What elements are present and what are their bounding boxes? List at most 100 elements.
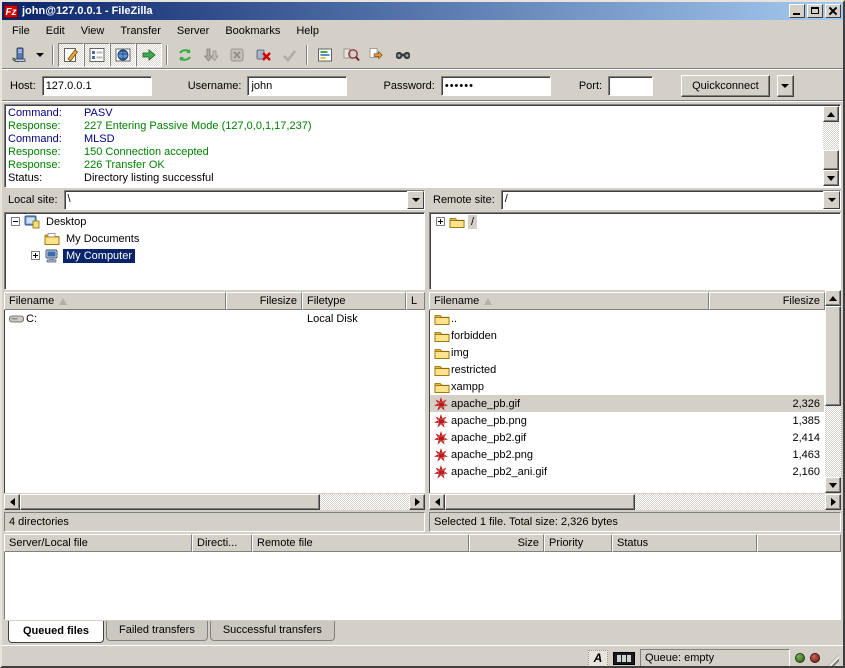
log-line: Response:226 Transfer OK (8, 159, 821, 172)
username-input[interactable] (247, 76, 347, 96)
remote-file-row[interactable]: xampp (430, 378, 824, 395)
remote-site-combo[interactable]: / (501, 190, 841, 210)
disconnect-button[interactable] (250, 43, 276, 67)
scrollbar-thumb[interactable] (20, 494, 320, 510)
local-file-list: C: Local Disk (4, 310, 425, 493)
quickconnect-bar: Host: Username: Password: Port: Quickcon… (2, 70, 843, 102)
folder-icon (449, 215, 465, 229)
column-header-direction[interactable]: Directi... (192, 534, 252, 552)
collapse-icon[interactable] (11, 217, 20, 226)
remote-file-row[interactable]: apache_pb2_ani.gif 2,160 (430, 463, 824, 480)
tree-item-my-computer[interactable]: My Computer (5, 247, 424, 264)
queue-list[interactable] (4, 552, 841, 620)
column-header-filesize[interactable]: Filesize (709, 292, 825, 310)
queue-status-text: Queue: empty (640, 649, 790, 668)
directory-comparison-button[interactable] (338, 43, 364, 67)
close-button[interactable] (825, 4, 841, 18)
remote-file-row[interactable]: .. (430, 310, 824, 327)
scroll-right-button[interactable] (825, 494, 841, 510)
column-header-size[interactable]: Size (469, 534, 544, 552)
tree-item-desktop[interactable]: Desktop (5, 213, 424, 230)
local-site-dropdown-button[interactable] (407, 191, 424, 209)
menu-help[interactable]: Help (288, 23, 327, 39)
expand-icon[interactable] (31, 251, 40, 260)
toolbar-separator (52, 45, 54, 65)
maximize-button[interactable] (807, 4, 823, 18)
resize-grip[interactable] (825, 654, 839, 668)
column-header-filesize[interactable]: Filesize (226, 292, 302, 310)
directory-listing-filters-button[interactable] (312, 43, 338, 67)
menu-server[interactable]: Server (169, 23, 217, 39)
remote-file-row[interactable]: apache_pb.png 1,385 (430, 412, 824, 429)
remote-file-row-selected[interactable]: apache_pb.gif 2,326 (430, 395, 824, 412)
local-site-combo[interactable]: \ (64, 190, 425, 210)
quickconnect-dropdown-button[interactable] (777, 75, 794, 97)
process-queue-button[interactable] (198, 43, 224, 67)
remote-horizontal-scrollbar[interactable] (429, 494, 841, 510)
remote-file-row[interactable]: forbidden (430, 327, 824, 344)
main-panes: Local site: \ Desktop My Documents (2, 190, 843, 532)
synchronized-browsing-button[interactable] (364, 43, 390, 67)
scroll-left-button[interactable] (4, 494, 20, 510)
column-header-filename[interactable]: Filename (4, 292, 226, 310)
refresh-button[interactable] (172, 43, 198, 67)
site-manager-button[interactable] (6, 43, 32, 67)
column-header-status[interactable]: Status (612, 534, 757, 552)
toggle-local-tree-button[interactable] (84, 43, 110, 67)
chevron-down-icon (36, 53, 44, 57)
log-vertical-scrollbar[interactable] (823, 106, 839, 186)
sort-ascending-icon (59, 298, 67, 305)
expand-icon[interactable] (436, 217, 445, 226)
scroll-down-button[interactable] (823, 170, 839, 186)
menu-view[interactable]: View (73, 23, 113, 39)
cancel-button[interactable] (224, 43, 250, 67)
ascii-data-type-icon[interactable]: A (588, 650, 608, 667)
tree-item-root[interactable]: / (430, 213, 840, 230)
menu-transfer[interactable]: Transfer (112, 23, 169, 39)
remote-vertical-scrollbar[interactable] (825, 290, 841, 493)
scroll-right-button[interactable] (409, 494, 425, 510)
image-file-icon (434, 448, 451, 462)
find-files-button[interactable] (390, 43, 416, 67)
column-header-last-modified[interactable]: L (406, 292, 425, 310)
password-input[interactable] (441, 76, 551, 96)
column-header-priority[interactable]: Priority (544, 534, 612, 552)
column-header-filetype[interactable]: Filetype (302, 292, 406, 310)
toggle-remote-tree-button[interactable] (110, 43, 136, 67)
minimize-button[interactable] (789, 4, 805, 18)
column-header-server-local-file[interactable]: Server/Local file (4, 534, 192, 552)
tree-item-my-documents[interactable]: My Documents (5, 230, 424, 247)
reconnect-button[interactable] (276, 43, 302, 67)
menu-file[interactable]: File (4, 23, 38, 39)
toggle-transfer-queue-button[interactable] (136, 43, 162, 67)
menu-edit[interactable]: Edit (38, 23, 73, 39)
remote-list-header: Filename Filesize (429, 292, 825, 310)
menu-bookmarks[interactable]: Bookmarks (217, 23, 288, 39)
speed-limit-indicator-icon[interactable] (613, 652, 635, 665)
local-horizontal-scrollbar[interactable] (4, 494, 425, 510)
site-manager-dropdown-button[interactable] (32, 43, 48, 67)
remote-file-row[interactable]: apache_pb2.png 1,463 (430, 446, 824, 463)
remote-file-row[interactable]: restricted (430, 361, 824, 378)
host-input[interactable] (42, 76, 152, 96)
tab-failed-transfers[interactable]: Failed transfers (106, 621, 208, 641)
scroll-up-button[interactable] (825, 290, 841, 306)
scrollbar-thumb[interactable] (823, 150, 839, 170)
port-input[interactable] (608, 76, 653, 96)
quickconnect-button[interactable]: Quickconnect (681, 75, 770, 97)
scroll-left-button[interactable] (429, 494, 445, 510)
scrollbar-thumb[interactable] (445, 494, 635, 510)
column-header-remote-file[interactable]: Remote file (252, 534, 469, 552)
remote-file-row[interactable]: img (430, 344, 824, 361)
scrollbar-thumb[interactable] (825, 306, 841, 406)
remote-site-dropdown-button[interactable] (823, 191, 840, 209)
tab-queued-files[interactable]: Queued files (8, 621, 104, 643)
status-bar: A Queue: empty (2, 645, 843, 668)
scroll-down-button[interactable] (825, 477, 841, 493)
scroll-up-button[interactable] (823, 106, 839, 122)
local-file-row[interactable]: C: Local Disk (5, 310, 424, 327)
remote-file-row[interactable]: apache_pb2.gif 2,414 (430, 429, 824, 446)
toggle-message-log-button[interactable] (58, 43, 84, 67)
tab-successful-transfers[interactable]: Successful transfers (210, 621, 335, 641)
column-header-filename[interactable]: Filename (429, 292, 709, 310)
